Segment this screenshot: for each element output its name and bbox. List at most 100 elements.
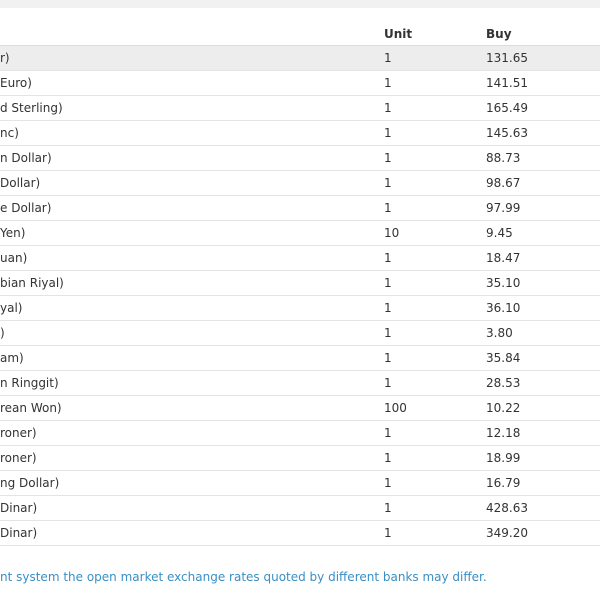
table-row[interactable]: uan) 1 18.47 [0,245,600,271]
buy-cell: 349.20 [486,520,600,546]
currency-name: yal) [0,301,23,315]
buy-cell: 145.63 [486,120,600,146]
currency-name: am) [0,351,24,365]
table-row[interactable]: nc) 1 145.63 [0,120,600,146]
currency-name: d Sterling) [0,101,63,115]
currency-cell: ) [0,320,384,346]
currency-name: uan) [0,251,28,265]
buy-cell: 18.99 [486,445,600,471]
table-row[interactable]: Yen) 10 9.45 [0,220,600,246]
currency-name: Dollar) [0,176,41,190]
currency-name: Dinar) [0,526,38,540]
currency-cell: Dollar) [0,170,384,196]
currency-cell: Euro) [0,70,384,96]
buy-cell: 35.84 [486,345,600,371]
currency-name: n Ringgit) [0,376,59,390]
buy-cell: 12.18 [486,420,600,446]
currency-name: Euro) [0,76,32,90]
buy-cell: 18.47 [486,245,600,271]
buy-cell: 3.80 [486,320,600,346]
currency-name: n Dollar) [0,151,52,165]
buy-cell: 131.65 [486,45,600,71]
table-row[interactable]: n Ringgit) 1 28.53 [0,370,600,396]
currency-name: ng Dollar) [0,476,60,490]
currency-name: bian Riyal) [0,276,64,290]
table-row[interactable]: Dollar) 1 98.67 [0,170,600,196]
exchange-rates-panel: Unit Buy r) 1 131.65 Euro) 1 141.51 d St… [0,8,600,600]
table-row[interactable]: e Dollar) 1 97.99 [0,195,600,221]
unit-column-header: Unit [384,23,486,46]
currency-cell: roner) [0,445,384,471]
currency-cell: r) [0,45,384,71]
table-row[interactable]: Euro) 1 141.51 [0,70,600,96]
unit-cell: 1 [384,270,486,296]
unit-cell: 1 [384,370,486,396]
currency-cell: Dinar) [0,520,384,546]
currency-cell: uan) [0,245,384,271]
table-row[interactable]: n Dollar) 1 88.73 [0,145,600,171]
buy-cell: 97.99 [486,195,600,221]
buy-cell: 28.53 [486,370,600,396]
unit-cell: 1 [384,295,486,321]
buy-cell: 16.79 [486,470,600,496]
currency-cell: rean Won) [0,395,384,421]
table-row[interactable]: d Sterling) 1 165.49 [0,95,600,121]
table-row[interactable]: ng Dollar) 1 16.79 [0,470,600,496]
table-header-row: Unit Buy [0,23,600,46]
table-row[interactable]: Dinar) 1 349.20 [0,520,600,546]
currency-cell: Dinar) [0,495,384,521]
unit-cell: 1 [384,245,486,271]
buy-cell: 35.10 [486,270,600,296]
buy-cell: 141.51 [486,70,600,96]
unit-cell: 1 [384,520,486,546]
table-row[interactable]: Dinar) 1 428.63 [0,495,600,521]
currency-cell: am) [0,345,384,371]
table-row[interactable]: bian Riyal) 1 35.10 [0,270,600,296]
unit-cell: 1 [384,70,486,96]
unit-cell: 1 [384,145,486,171]
currency-column-header [0,23,384,46]
buy-column-header: Buy [486,23,600,46]
currency-cell: yal) [0,295,384,321]
exchange-rates-table: Unit Buy r) 1 131.65 Euro) 1 141.51 d St… [0,23,600,546]
currency-name: r) [0,51,10,65]
currency-name: rean Won) [0,401,62,415]
table-row[interactable]: ) 1 3.80 [0,320,600,346]
currency-cell: n Ringgit) [0,370,384,396]
unit-cell: 1 [384,445,486,471]
table-row[interactable]: r) 1 131.65 [0,45,600,71]
unit-cell: 1 [384,345,486,371]
buy-cell: 10.22 [486,395,600,421]
buy-cell: 88.73 [486,145,600,171]
buy-cell: 9.45 [486,220,600,246]
rates-disclaimer-link[interactable]: nt system the open market exchange rates… [0,570,487,584]
table-row[interactable]: roner) 1 18.99 [0,445,600,471]
table-row[interactable]: am) 1 35.84 [0,345,600,371]
unit-cell: 1 [384,470,486,496]
currency-name: e Dollar) [0,201,52,215]
table-body: r) 1 131.65 Euro) 1 141.51 d Sterling) 1… [0,45,600,546]
table-row[interactable]: roner) 1 12.18 [0,420,600,446]
currency-cell: d Sterling) [0,95,384,121]
unit-cell: 1 [384,120,486,146]
unit-cell: 1 [384,495,486,521]
buy-cell: 428.63 [486,495,600,521]
unit-cell: 100 [384,395,486,421]
currency-cell: ng Dollar) [0,470,384,496]
buy-cell: 36.10 [486,295,600,321]
currency-cell: nc) [0,120,384,146]
currency-cell: Yen) [0,220,384,246]
unit-cell: 10 [384,220,486,246]
currency-name: Dinar) [0,501,38,515]
currency-name: nc) [0,126,19,140]
currency-name: Yen) [0,226,26,240]
unit-cell: 1 [384,45,486,71]
currency-cell: roner) [0,420,384,446]
currency-name: roner) [0,451,37,465]
unit-cell: 1 [384,420,486,446]
table-row[interactable]: rean Won) 100 10.22 [0,395,600,421]
table-row[interactable]: yal) 1 36.10 [0,295,600,321]
unit-cell: 1 [384,95,486,121]
unit-cell: 1 [384,320,486,346]
currency-cell: e Dollar) [0,195,384,221]
